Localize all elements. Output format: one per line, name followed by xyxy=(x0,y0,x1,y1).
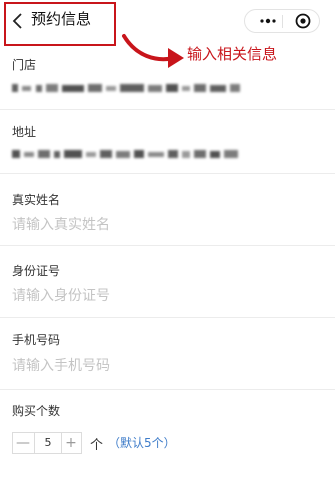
default-quantity-hint: （默认5个） xyxy=(108,436,176,450)
capsule-divider xyxy=(282,15,283,28)
increment-button[interactable]: + xyxy=(61,433,81,453)
quantity-label: 购买个数 xyxy=(12,404,61,418)
address-field: 地址 xyxy=(0,110,335,174)
real-name-input[interactable]: 请输入真实姓名 xyxy=(12,214,110,234)
id-number-input[interactable]: 请输入身份证号 xyxy=(12,285,110,305)
store-value-redacted xyxy=(12,84,240,92)
more-dots-icon[interactable] xyxy=(255,10,281,32)
quantity-stepper: — 5 + xyxy=(12,432,82,454)
target-circle-icon[interactable] xyxy=(291,10,315,32)
phone-field: 手机号码 请输入手机号码 xyxy=(0,318,335,390)
quantity-input[interactable]: 5 xyxy=(34,433,62,453)
store-field: 门店 xyxy=(0,44,335,110)
annotation-highlight-box xyxy=(4,2,116,46)
phone-label: 手机号码 xyxy=(12,333,61,347)
id-number-label: 身份证号 xyxy=(12,264,61,278)
decrement-button[interactable]: — xyxy=(13,433,33,453)
quantity-unit: 个 xyxy=(90,438,104,453)
phone-input[interactable]: 请输入手机号码 xyxy=(12,355,110,375)
mini-program-capsule xyxy=(244,9,320,33)
address-value-redacted xyxy=(12,150,238,158)
id-number-field: 身份证号 请输入身份证号 xyxy=(0,246,335,318)
store-label: 门店 xyxy=(12,58,37,72)
address-label: 地址 xyxy=(12,125,37,139)
real-name-label: 真实姓名 xyxy=(12,193,61,207)
real-name-field: 真实姓名 请输入真实姓名 xyxy=(0,174,335,246)
